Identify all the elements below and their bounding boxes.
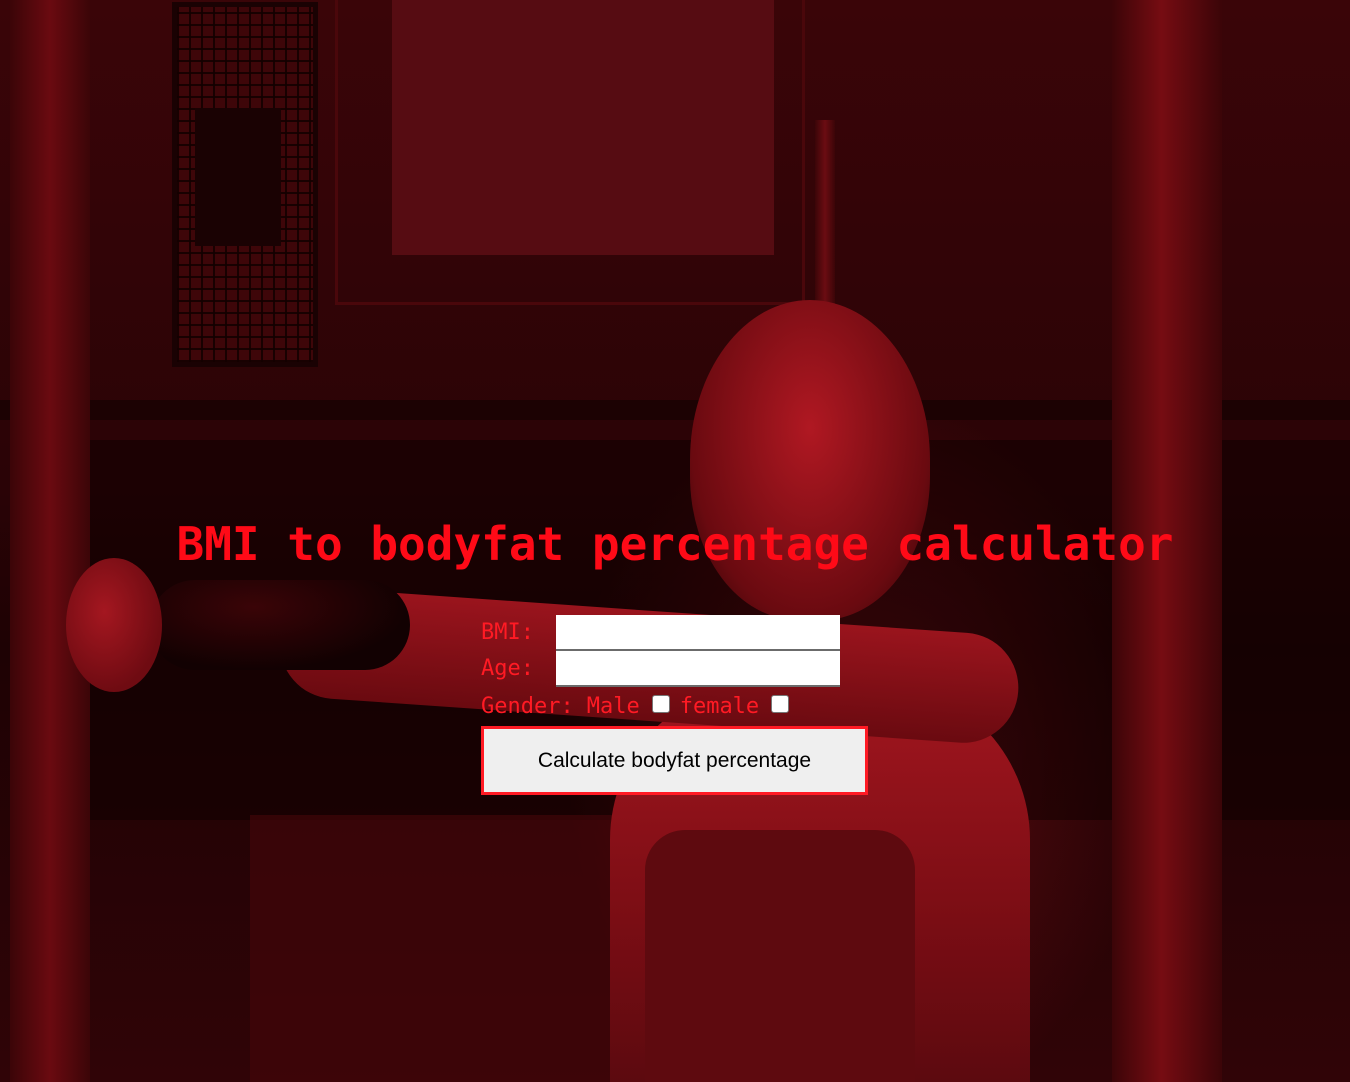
age-input[interactable] (556, 651, 840, 687)
age-row: Age: (481, 651, 881, 687)
female-checkbox[interactable] (771, 695, 790, 713)
male-label: Male (586, 694, 640, 719)
bmi-label: BMI: (481, 620, 534, 645)
bg-kettlebell-handle (150, 580, 410, 670)
bg-person-top (645, 830, 915, 1082)
bg-floor-box (250, 815, 670, 1082)
female-label: female (679, 694, 760, 719)
bodyfat-form: BMI: Age: Gender: Male female Calculate … (481, 615, 881, 795)
page-title: BMI to bodyfat percentage calculator (176, 517, 1174, 571)
age-label: Age: (481, 656, 534, 681)
bg-kettlebell (66, 558, 162, 692)
bg-window-panel (392, 0, 774, 255)
gender-row: Gender: Male female (481, 690, 881, 724)
bg-grate-box (195, 108, 281, 246)
gender-label: Gender: (481, 694, 574, 719)
calculate-bodyfat-button[interactable]: Calculate bodyfat percentage (481, 726, 868, 795)
male-checkbox[interactable] (651, 695, 670, 713)
bmi-row: BMI: (481, 615, 881, 651)
bmi-input[interactable] (556, 615, 840, 651)
